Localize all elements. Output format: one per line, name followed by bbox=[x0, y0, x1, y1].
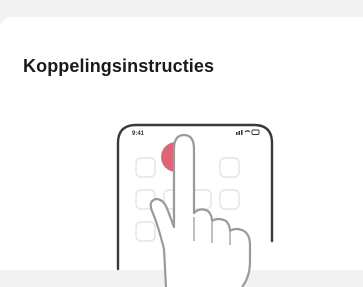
signal-icon bbox=[236, 130, 243, 135]
instructions-sheet: Koppelingsinstructies 9:41 bbox=[0, 17, 363, 287]
pairing-illustration: 9:41 bbox=[108, 121, 278, 287]
battery-icon bbox=[251, 129, 260, 135]
phone-tap-illustration bbox=[116, 123, 274, 287]
phone-status-time: 9:41 bbox=[132, 131, 145, 137]
wifi-icon bbox=[244, 130, 251, 133]
page-title: Koppelingsinstructies bbox=[23, 56, 215, 76]
